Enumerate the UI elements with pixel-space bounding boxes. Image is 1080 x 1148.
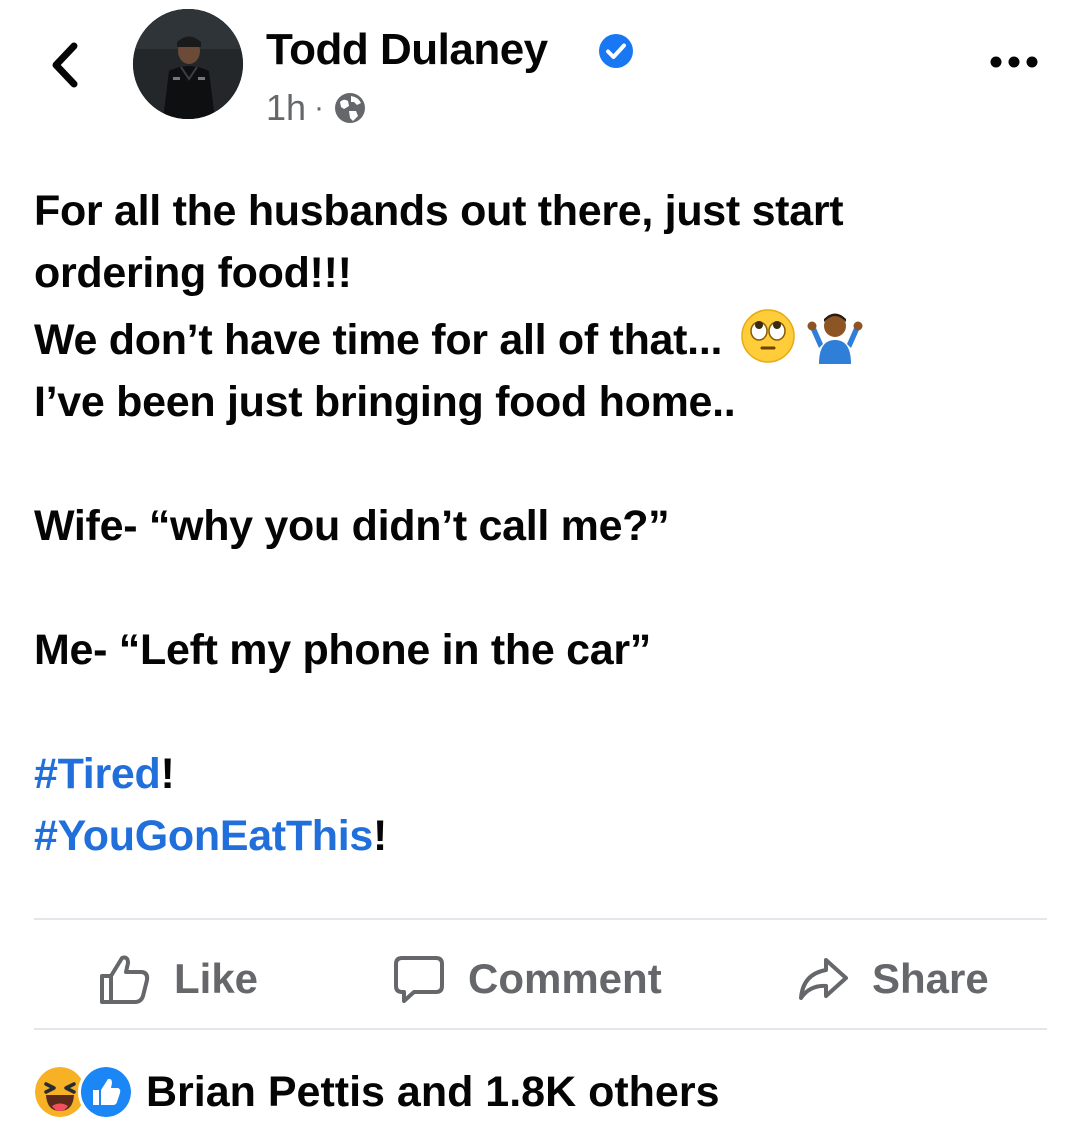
divider <box>34 1028 1047 1030</box>
avatar[interactable] <box>133 9 243 119</box>
share-arrow-icon <box>799 958 848 1000</box>
like-reaction-icon <box>78 1064 134 1120</box>
comment-label: Comment <box>468 955 662 1002</box>
post-line: Wife- “why you didn’t call me?” <box>34 502 670 550</box>
chevron-left-icon <box>52 42 78 88</box>
post-meta: 1h · <box>266 86 368 130</box>
comment-button[interactable]: Comment <box>392 946 662 1012</box>
hashtag-line: #YouGonEatThis! <box>34 805 1044 867</box>
verified-badge-icon <box>599 34 633 68</box>
post-line: Me- “Left my phone in the car” <box>34 626 651 674</box>
post-line: We don’t have time for all of that... <box>34 308 1044 371</box>
post-line: For all the husbands out there, just sta… <box>34 187 844 297</box>
share-button[interactable]: Share <box>796 946 989 1012</box>
post-line: I’ve been just bringing food home.. <box>34 378 736 426</box>
divider <box>34 918 1047 920</box>
hashtag-suffix: ! <box>373 812 388 860</box>
author-name[interactable]: Todd Dulaney <box>266 24 548 76</box>
reactions-text[interactable]: Brian Pettis and 1.8K others <box>146 1064 720 1120</box>
more-options-icon[interactable] <box>990 52 1038 72</box>
globe-icon[interactable] <box>332 90 368 126</box>
like-button[interactable]: Like <box>98 946 258 1012</box>
reactions-summary[interactable]: Brian Pettis and 1.8K others <box>32 1064 720 1120</box>
hashtag-link[interactable]: #Tired <box>34 750 161 798</box>
thumbs-up-icon <box>100 955 150 1004</box>
man-shrugging-emoji <box>807 313 863 364</box>
post-line-text: We don’t have time for all of that... <box>34 316 723 364</box>
separator-dot: · <box>314 91 325 124</box>
hashtag-line: #Tired! <box>34 743 1044 805</box>
hashtag-suffix: ! <box>160 750 175 798</box>
face-with-rolling-eyes-emoji <box>741 309 795 363</box>
comment-bubble-icon <box>394 956 444 1003</box>
hashtag-link[interactable]: #YouGonEatThis <box>34 812 373 860</box>
like-label: Like <box>174 955 259 1002</box>
share-label: Share <box>872 955 989 1002</box>
profile-photo <box>133 9 243 119</box>
back-button[interactable] <box>44 40 88 90</box>
timestamp[interactable]: 1h <box>266 86 306 130</box>
post-text: For all the husbands out there, just sta… <box>34 180 1044 867</box>
